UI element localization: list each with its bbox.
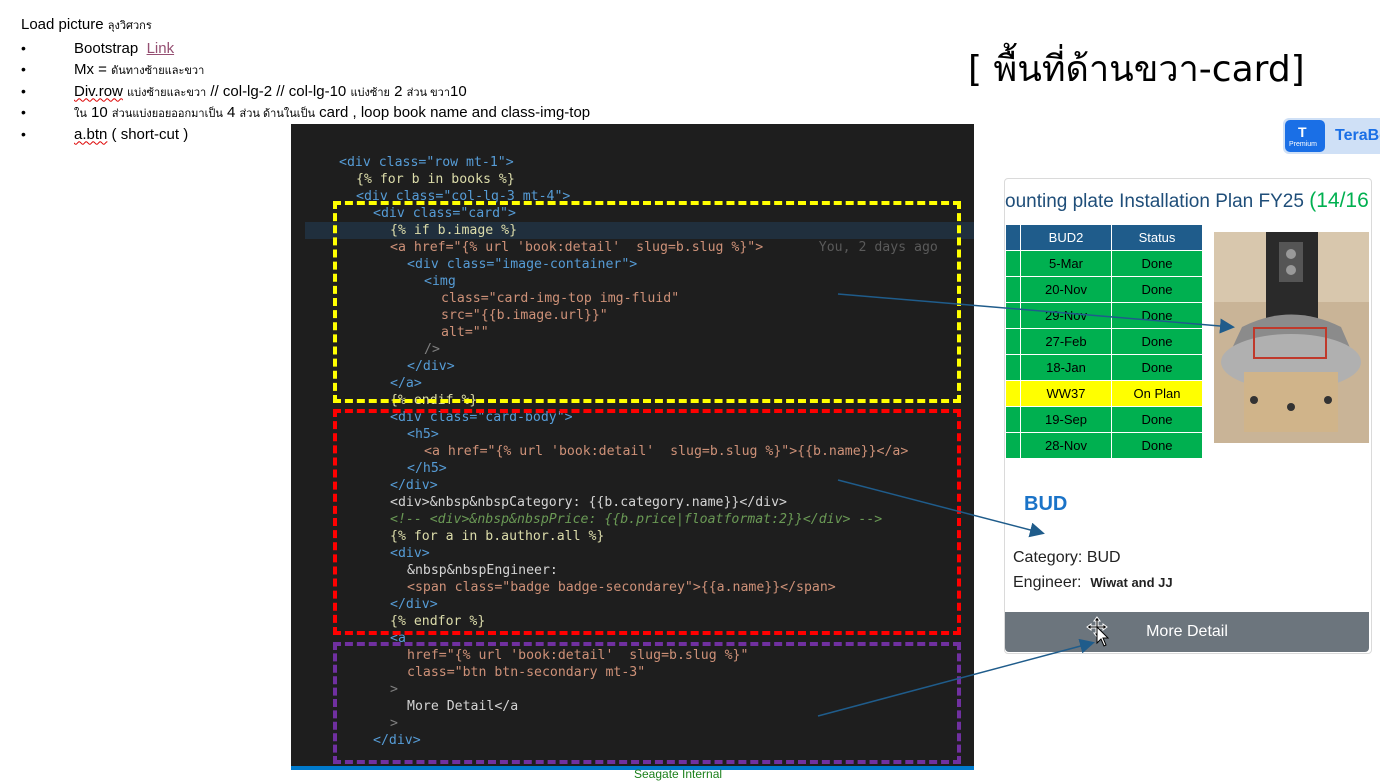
code-line: {% for b in books %} bbox=[356, 172, 515, 187]
editor-status-bar bbox=[291, 766, 974, 770]
table-header: BUD2 bbox=[1020, 224, 1112, 251]
note-ten-parts: ใน 10 ส่วนแบ่งยอยออกมาเป็น 4 ส่วน ด้านใน… bbox=[21, 102, 590, 124]
table-row: 5-Mar Done bbox=[1005, 250, 1203, 277]
table-header bbox=[1005, 224, 1021, 251]
book-card-preview: ounting plate Installation Plan FY25 (14… bbox=[1004, 178, 1372, 654]
engineer-badge: Wiwat and JJ bbox=[1090, 575, 1173, 590]
table-row: 28-Nov Done bbox=[1005, 432, 1203, 459]
footer-classification: Seagate Internal bbox=[634, 767, 723, 781]
note-mx: Mx = ดันทางซ้ายและขวา bbox=[21, 59, 590, 81]
code-line: <div class="row mt-1"> bbox=[339, 155, 514, 170]
note-div-row: Div.row แบ่งซ้ายและขวา // col-lg-2 // co… bbox=[21, 81, 590, 103]
table-row: WW37 On Plan bbox=[1005, 380, 1203, 407]
button-section-highlight bbox=[333, 642, 961, 764]
terabox-badge[interactable]: T Premium TeraBo bbox=[1283, 118, 1380, 154]
card-book-name[interactable]: BUD bbox=[1024, 493, 1067, 516]
mounting-plate-photo bbox=[1214, 232, 1369, 443]
image-section-highlight bbox=[333, 201, 961, 403]
card-image-title: ounting plate Installation Plan FY25 (14… bbox=[1005, 189, 1371, 212]
more-detail-button[interactable]: More Detail bbox=[1005, 612, 1369, 652]
right-area-heading: [ พื้นที่ด้านขวา-card] bbox=[968, 49, 1305, 90]
terabox-logo-icon: T Premium bbox=[1285, 120, 1325, 152]
table-row: 27-Feb Done bbox=[1005, 328, 1203, 355]
note-bootstrap: Bootstrap Link bbox=[21, 38, 590, 60]
card-category: Category: BUD bbox=[1013, 549, 1121, 566]
terabox-name: TeraBo bbox=[1335, 127, 1380, 144]
schedule-table: BUD2 Status 5-Mar Done 20-Nov Done 29-Nov D… bbox=[1005, 224, 1203, 459]
table-row: 18-Jan Done bbox=[1005, 354, 1203, 381]
table-row: 29-Nov Done bbox=[1005, 302, 1203, 329]
card-engineer: Engineer: Wiwat and JJ bbox=[1013, 574, 1173, 591]
bootstrap-link[interactable]: Link bbox=[147, 40, 175, 57]
table-row: 20-Nov Done bbox=[1005, 276, 1203, 303]
table-header: Status bbox=[1111, 224, 1203, 251]
table-row: 19-Sep Done bbox=[1005, 406, 1203, 433]
notes-title: Load picture ลุงวิศวกร bbox=[21, 16, 152, 33]
card-body-highlight bbox=[333, 409, 961, 635]
